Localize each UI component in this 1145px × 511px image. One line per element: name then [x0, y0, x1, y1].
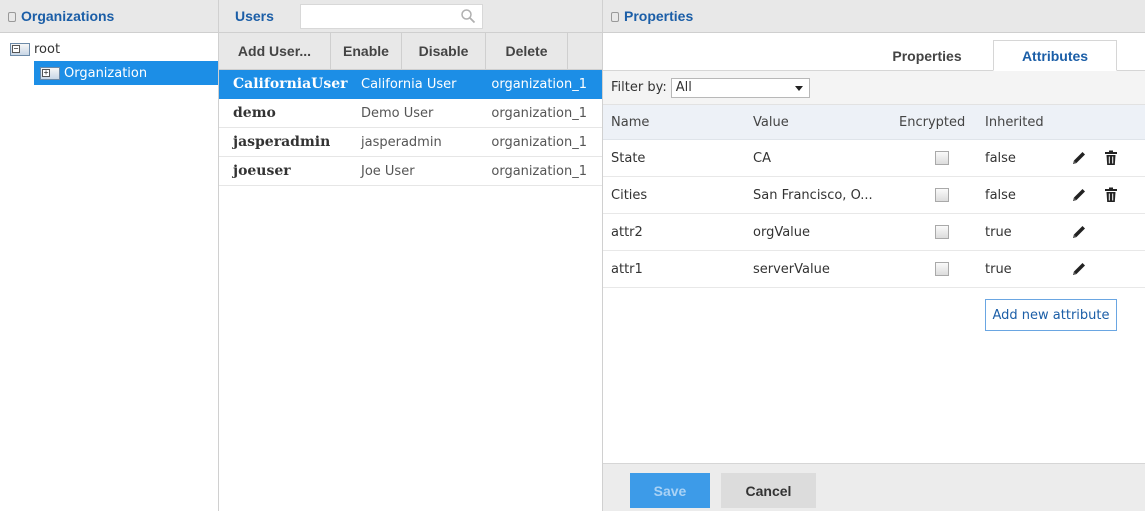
trash-icon[interactable]: [1102, 149, 1120, 167]
delete-button[interactable]: Delete: [486, 33, 568, 69]
pencil-icon[interactable]: [1070, 186, 1088, 204]
user-id: demo: [233, 105, 276, 121]
attribute-value: San Francisco, O...: [753, 187, 873, 203]
filter-select[interactable]: All: [670, 77, 810, 98]
table-row[interactable]: demo Demo User organization_1: [219, 99, 602, 128]
tree-node-organization[interactable]: + Organization: [34, 61, 218, 85]
pencil-icon[interactable]: [1070, 223, 1088, 241]
filter-label: Filter by:: [611, 80, 667, 95]
save-button[interactable]: Save: [630, 473, 710, 508]
collapse-panel-icon[interactable]: [8, 12, 16, 22]
folder-icon[interactable]: −: [10, 42, 30, 56]
pencil-icon[interactable]: [1070, 149, 1088, 167]
user-organization: organization_1: [491, 163, 587, 179]
organization-tree: − root + Organization: [0, 33, 218, 85]
attribute-inherited: false: [985, 187, 1016, 203]
users-title: Users: [235, 8, 274, 24]
user-id: jasperadmin: [233, 134, 331, 150]
filter-row: Filter by: All: [603, 71, 1145, 105]
tab-attributes[interactable]: Attributes: [993, 40, 1117, 71]
attribute-inherited: true: [985, 261, 1012, 277]
encrypted-checkbox[interactable]: [935, 188, 949, 202]
tab-properties[interactable]: Properties: [865, 40, 989, 71]
organizations-panel: Organizations − root + Organization: [0, 0, 219, 511]
table-row[interactable]: joeuser Joe User organization_1: [219, 157, 602, 186]
user-id: joeuser: [233, 163, 291, 179]
table-row[interactable]: CaliforniaUser California User organizat…: [219, 70, 602, 99]
users-toolbar: Add User... Enable Disable Delete: [219, 33, 602, 70]
chevron-down-icon[interactable]: [794, 85, 803, 91]
organizations-header: Organizations: [0, 0, 218, 33]
user-name: California User: [361, 76, 457, 92]
enable-button[interactable]: Enable: [331, 33, 402, 69]
search-icon[interactable]: [460, 8, 476, 24]
organizations-title: Organizations: [21, 8, 115, 24]
user-organization: organization_1: [491, 76, 587, 92]
table-row[interactable]: jasperadmin jasperadmin organization_1: [219, 128, 602, 157]
attribute-name: State: [611, 150, 646, 166]
table-row: attr1 serverValue true: [603, 251, 1145, 288]
user-search-input[interactable]: [300, 4, 451, 28]
user-name: jasperadmin: [361, 134, 442, 150]
filter-selected-value: All: [675, 80, 692, 95]
user-organization: organization_1: [491, 105, 587, 121]
user-search-box[interactable]: [299, 3, 483, 29]
attribute-value: CA: [753, 150, 771, 166]
column-header-value: Value: [753, 114, 789, 130]
user-organization: organization_1: [491, 134, 587, 150]
properties-tabs: Properties Attributes: [603, 33, 1145, 71]
add-new-attribute-button[interactable]: Add new attribute: [985, 299, 1117, 331]
encrypted-checkbox[interactable]: [935, 151, 949, 165]
trash-icon[interactable]: [1102, 186, 1120, 204]
tree-node-label: Organization: [64, 65, 148, 81]
user-name: Joe User: [361, 163, 415, 179]
encrypted-checkbox[interactable]: [935, 225, 949, 239]
properties-title: Properties: [624, 8, 694, 24]
add-user-button[interactable]: Add User...: [219, 33, 331, 69]
column-header-name: Name: [611, 114, 650, 130]
disable-button[interactable]: Disable: [402, 33, 486, 69]
tree-node-label: root: [34, 41, 61, 57]
user-name: Demo User: [361, 105, 434, 121]
encrypted-checkbox[interactable]: [935, 262, 949, 276]
attribute-name: Cities: [611, 187, 648, 203]
users-panel: Users Add User... Enable Disable Delete …: [219, 0, 603, 511]
properties-panel: Properties Properties Attributes Filter …: [603, 0, 1145, 511]
users-list: CaliforniaUser California User organizat…: [219, 70, 602, 186]
column-header-encrypted: Encrypted: [899, 114, 966, 130]
attribute-value: orgValue: [753, 224, 811, 240]
add-attribute-area: Add new attribute: [603, 288, 1145, 348]
table-row: attr2 orgValue true: [603, 214, 1145, 251]
table-row: State CA false: [603, 140, 1145, 177]
attribute-name: attr1: [611, 261, 643, 277]
attribute-name: attr2: [611, 224, 643, 240]
folder-icon[interactable]: +: [40, 66, 60, 80]
table-row: Cities San Francisco, O... false: [603, 177, 1145, 214]
attributes-table-header: Name Value Encrypted Inherited: [603, 105, 1145, 140]
attribute-value: serverValue: [753, 261, 830, 277]
tree-node-root[interactable]: − root: [0, 37, 218, 61]
collapse-panel-icon[interactable]: [611, 12, 619, 22]
user-id: CaliforniaUser: [233, 76, 348, 92]
properties-header: Properties: [603, 0, 1145, 33]
cancel-button[interactable]: Cancel: [721, 473, 816, 508]
pencil-icon[interactable]: [1070, 260, 1088, 278]
attribute-inherited: true: [985, 224, 1012, 240]
properties-footer: Save Cancel: [603, 463, 1145, 511]
attribute-inherited: false: [985, 150, 1016, 166]
users-header: Users: [219, 0, 602, 33]
column-header-inherited: Inherited: [985, 114, 1044, 130]
